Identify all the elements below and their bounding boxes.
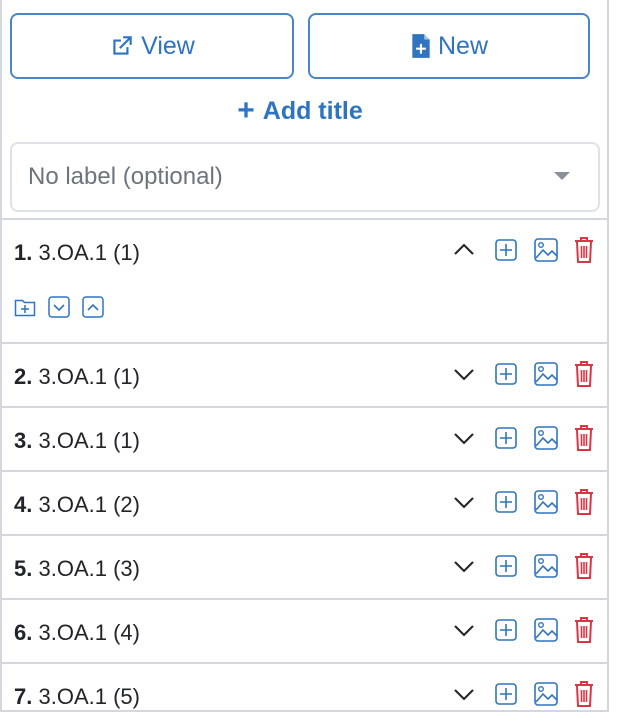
item-label: 3. 3.OA.1 (1) bbox=[14, 428, 140, 454]
item-actions bbox=[451, 484, 595, 520]
item-number: 1. bbox=[14, 240, 33, 265]
list-item[interactable]: 3. 3.OA.1 (1) bbox=[2, 406, 607, 470]
list-item[interactable]: 7. 3.OA.1 (5) bbox=[2, 662, 607, 726]
add-item-icon[interactable] bbox=[495, 239, 517, 261]
item-label: 4. 3.OA.1 (2) bbox=[14, 492, 140, 518]
editor-panel: View New + Add title No label (optional)… bbox=[0, 0, 609, 712]
image-icon[interactable] bbox=[533, 425, 559, 451]
view-button[interactable]: View bbox=[10, 13, 294, 79]
item-title: 3.OA.1 (1) bbox=[38, 428, 140, 453]
top-button-group: View New bbox=[10, 13, 590, 80]
folder-plus-icon[interactable] bbox=[14, 296, 36, 318]
image-icon[interactable] bbox=[533, 489, 559, 515]
plus-icon: + bbox=[237, 94, 255, 127]
view-button-label: View bbox=[141, 31, 195, 60]
item-label: 6. 3.OA.1 (4) bbox=[14, 620, 140, 646]
add-item-icon[interactable] bbox=[495, 619, 517, 641]
item-number: 4. bbox=[14, 492, 33, 517]
chevron-down-icon[interactable] bbox=[451, 553, 477, 579]
add-item-icon[interactable] bbox=[495, 555, 517, 577]
image-icon[interactable] bbox=[533, 681, 559, 707]
item-label: 5. 3.OA.1 (3) bbox=[14, 556, 140, 582]
new-button-label: New bbox=[437, 31, 488, 60]
image-icon[interactable] bbox=[533, 361, 559, 387]
new-button[interactable]: New bbox=[308, 13, 590, 79]
item-title: 3.OA.1 (5) bbox=[38, 684, 140, 709]
chevron-up-icon[interactable] bbox=[451, 237, 477, 263]
trash-icon[interactable] bbox=[573, 488, 595, 516]
chevron-down-icon[interactable] bbox=[451, 681, 477, 707]
add-item-icon[interactable] bbox=[495, 491, 517, 513]
item-sub-actions bbox=[14, 296, 116, 318]
list-item[interactable]: 1. 3.OA.1 (1) bbox=[2, 218, 607, 342]
add-item-icon[interactable] bbox=[495, 427, 517, 449]
image-icon[interactable] bbox=[533, 617, 559, 643]
trash-icon[interactable] bbox=[573, 236, 595, 264]
item-number: 3. bbox=[14, 428, 33, 453]
item-actions bbox=[451, 232, 595, 268]
label-select[interactable]: No label (optional) bbox=[10, 142, 600, 212]
list-item[interactable]: 5. 3.OA.1 (3) bbox=[2, 534, 607, 598]
trash-icon[interactable] bbox=[573, 552, 595, 580]
item-label: 2. 3.OA.1 (1) bbox=[14, 364, 140, 390]
item-label: 1. 3.OA.1 (1) bbox=[14, 240, 140, 266]
move-down-icon[interactable] bbox=[48, 296, 70, 318]
file-plus-icon bbox=[410, 33, 438, 59]
item-title: 3.OA.1 (1) bbox=[38, 364, 140, 389]
item-actions bbox=[451, 548, 595, 584]
list-item[interactable]: 4. 3.OA.1 (2) bbox=[2, 470, 607, 534]
chevron-down-icon[interactable] bbox=[451, 617, 477, 643]
item-actions bbox=[451, 420, 595, 456]
chevron-down-icon[interactable] bbox=[451, 361, 477, 387]
item-number: 7. bbox=[14, 684, 33, 709]
list-item[interactable]: 2. 3.OA.1 (1) bbox=[2, 342, 607, 406]
add-item-icon[interactable] bbox=[495, 363, 517, 385]
item-number: 6. bbox=[14, 620, 33, 645]
add-item-icon[interactable] bbox=[495, 683, 517, 705]
item-list: 1. 3.OA.1 (1) 2. 3.OA.1 (1) 3. 3.OA.1 (1… bbox=[2, 218, 607, 726]
item-title: 3.OA.1 (3) bbox=[38, 556, 140, 581]
trash-icon[interactable] bbox=[573, 616, 595, 644]
trash-icon[interactable] bbox=[573, 680, 595, 708]
item-actions bbox=[451, 612, 595, 648]
item-title: 3.OA.1 (1) bbox=[38, 240, 140, 265]
label-select-value: No label (optional) bbox=[28, 163, 223, 190]
item-title: 3.OA.1 (2) bbox=[38, 492, 140, 517]
trash-icon[interactable] bbox=[573, 360, 595, 388]
external-link-icon bbox=[109, 33, 141, 59]
list-item[interactable]: 6. 3.OA.1 (4) bbox=[2, 598, 607, 662]
item-label: 7. 3.OA.1 (5) bbox=[14, 684, 140, 710]
item-actions bbox=[451, 356, 595, 392]
chevron-down-icon[interactable] bbox=[451, 425, 477, 451]
item-actions bbox=[451, 676, 595, 712]
image-icon[interactable] bbox=[533, 553, 559, 579]
item-title: 3.OA.1 (4) bbox=[38, 620, 140, 645]
chevron-down-icon bbox=[554, 172, 570, 180]
add-title-button[interactable]: + Add title bbox=[10, 96, 590, 126]
add-title-label: Add title bbox=[262, 96, 363, 125]
trash-icon[interactable] bbox=[573, 424, 595, 452]
item-number: 2. bbox=[14, 364, 33, 389]
item-number: 5. bbox=[14, 556, 33, 581]
chevron-down-icon[interactable] bbox=[451, 489, 477, 515]
image-icon[interactable] bbox=[533, 237, 559, 263]
move-up-icon[interactable] bbox=[82, 296, 104, 318]
